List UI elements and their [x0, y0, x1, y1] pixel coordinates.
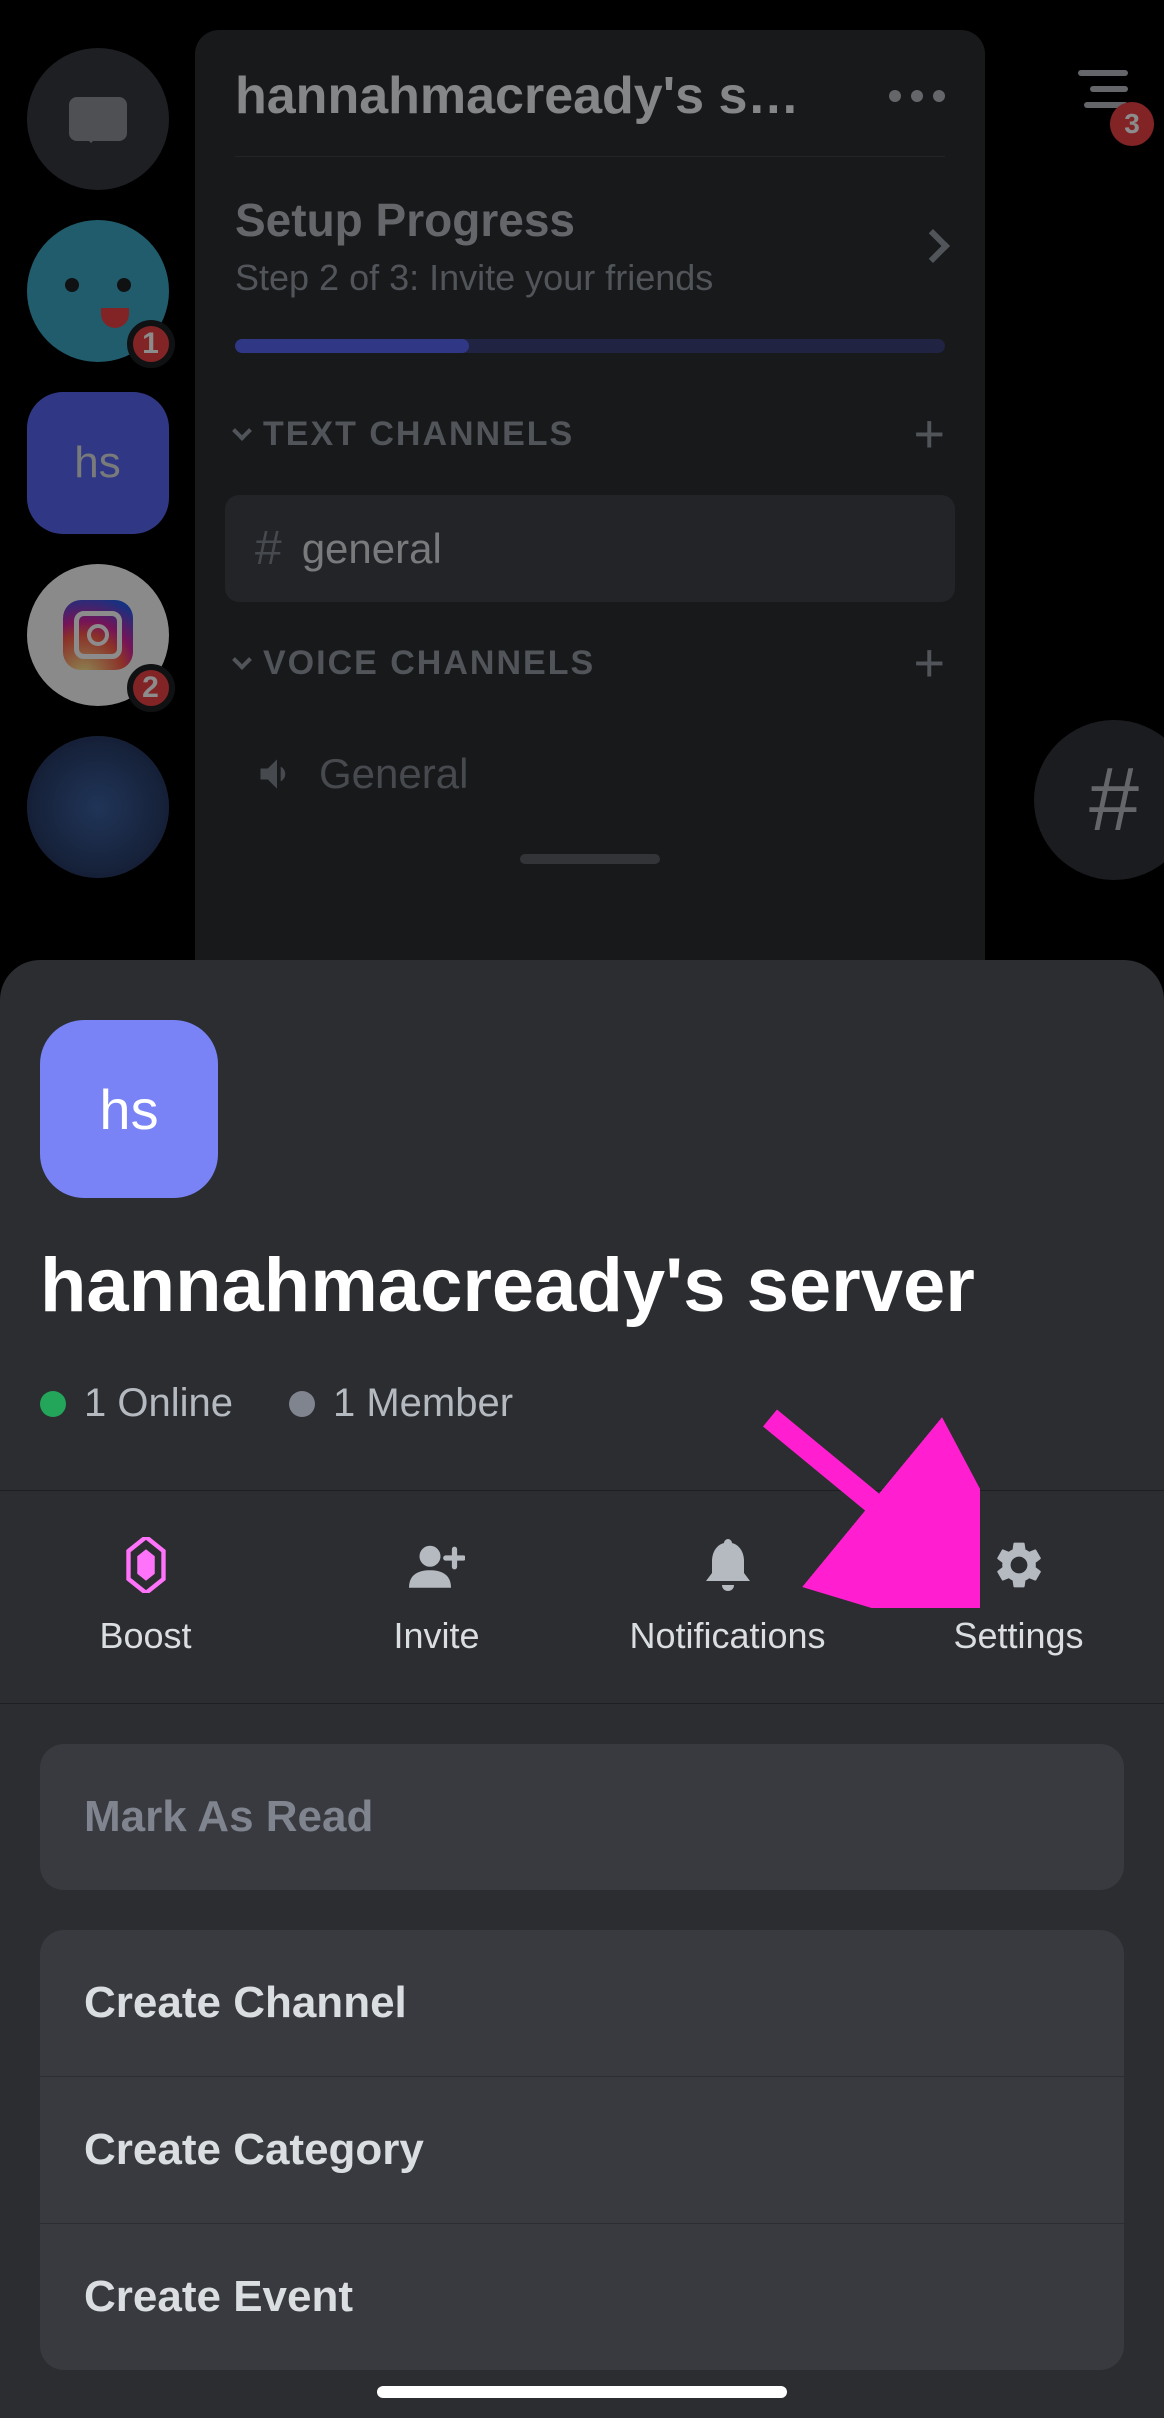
text-channels-category[interactable]: TEXT CHANNELS + [195, 383, 985, 485]
server-teal[interactable]: 1 [27, 220, 169, 362]
notifications-button[interactable]: Notifications [582, 1491, 873, 1703]
notification-badge: 1 [127, 320, 175, 368]
notification-badge: 3 [1110, 102, 1154, 146]
gear-icon [991, 1537, 1047, 1593]
boost-button[interactable]: Boost [0, 1491, 291, 1703]
drag-handle[interactable] [520, 854, 660, 864]
status-row: 1 Online 1 Member [40, 1381, 1124, 1426]
server-avatar-image [27, 736, 169, 878]
instagram-icon [63, 600, 133, 670]
server-actions-sheet: hs hannahmacready's server 1 Online 1 Me… [0, 960, 1164, 2418]
add-channel-icon[interactable]: + [913, 632, 945, 694]
server-instagram[interactable]: 2 [27, 564, 169, 706]
notification-badge: 2 [127, 664, 175, 712]
create-event-item[interactable]: Create Event [40, 2224, 1124, 2370]
channel-general-voice[interactable]: General [225, 724, 955, 824]
setup-title: Setup Progress [235, 193, 713, 247]
create-channel-item[interactable]: Create Channel [40, 1930, 1124, 2077]
channel-hash-avatar: # [1034, 720, 1164, 880]
mark-as-read-item[interactable]: Mark As Read [40, 1744, 1124, 1890]
member-dot-icon [289, 1391, 315, 1417]
server-initials: hs [99, 1077, 158, 1142]
home-indicator[interactable] [377, 2386, 787, 2398]
boost-label: Boost [99, 1615, 191, 1657]
channel-general-text[interactable]: # general [225, 495, 955, 602]
setup-subtitle: Step 2 of 3: Invite your friends [235, 257, 713, 299]
notifications-label: Notifications [629, 1615, 825, 1657]
invite-label: Invite [393, 1615, 479, 1657]
dm-button[interactable] [27, 48, 169, 190]
setup-progress-row[interactable]: Setup Progress Step 2 of 3: Invite your … [195, 157, 985, 319]
right-strip: 3 # [1024, 0, 1164, 960]
invite-icon [409, 1537, 465, 1593]
server-initials: hs [74, 438, 120, 488]
create-category-item[interactable]: Create Category [40, 2077, 1124, 2224]
chevron-right-icon [916, 229, 950, 263]
online-count: 1 Online [40, 1381, 233, 1426]
settings-label: Settings [953, 1615, 1083, 1657]
server-avatar[interactable]: hs [40, 1020, 218, 1198]
online-label: 1 Online [84, 1381, 233, 1426]
mark-read-card: Mark As Read [40, 1744, 1124, 1890]
channel-name: general [302, 525, 442, 573]
background-app: 1 hs 2 hannahmacready's ser... Setup Pro… [0, 0, 1164, 960]
voice-channels-category[interactable]: VOICE CHANNELS + [195, 612, 985, 714]
server-list: 1 hs 2 [0, 0, 195, 960]
channel-name: General [319, 750, 468, 798]
progress-fill [235, 339, 469, 353]
more-icon[interactable] [889, 90, 945, 102]
settings-button[interactable]: Settings [873, 1491, 1164, 1703]
action-bar: Boost Invite Notifications Settings [0, 1490, 1164, 1704]
add-channel-icon[interactable]: + [913, 403, 945, 465]
boost-icon [124, 1537, 168, 1593]
progress-bar [235, 339, 945, 353]
hash-icon: # [255, 521, 282, 576]
bell-icon [704, 1537, 752, 1593]
chevron-down-icon [232, 421, 252, 441]
server-vault[interactable] [27, 736, 169, 878]
channel-panel: hannahmacready's ser... Setup Progress S… [195, 30, 985, 960]
chat-icon [69, 97, 127, 141]
member-count: 1 Member [289, 1381, 513, 1426]
member-list-icon[interactable] [1078, 70, 1128, 108]
category-label: TEXT CHANNELS [263, 415, 574, 454]
server-name-header[interactable]: hannahmacready's ser... [235, 66, 815, 126]
speaker-icon [255, 752, 299, 796]
create-actions-card: Create Channel Create Category Create Ev… [40, 1930, 1124, 2370]
online-dot-icon [40, 1391, 66, 1417]
server-title: hannahmacready's server [40, 1242, 1124, 1329]
member-label: 1 Member [333, 1381, 513, 1426]
server-hs-selected[interactable]: hs [27, 392, 169, 534]
chevron-down-icon [232, 650, 252, 670]
invite-button[interactable]: Invite [291, 1491, 582, 1703]
category-label: VOICE CHANNELS [263, 644, 595, 683]
